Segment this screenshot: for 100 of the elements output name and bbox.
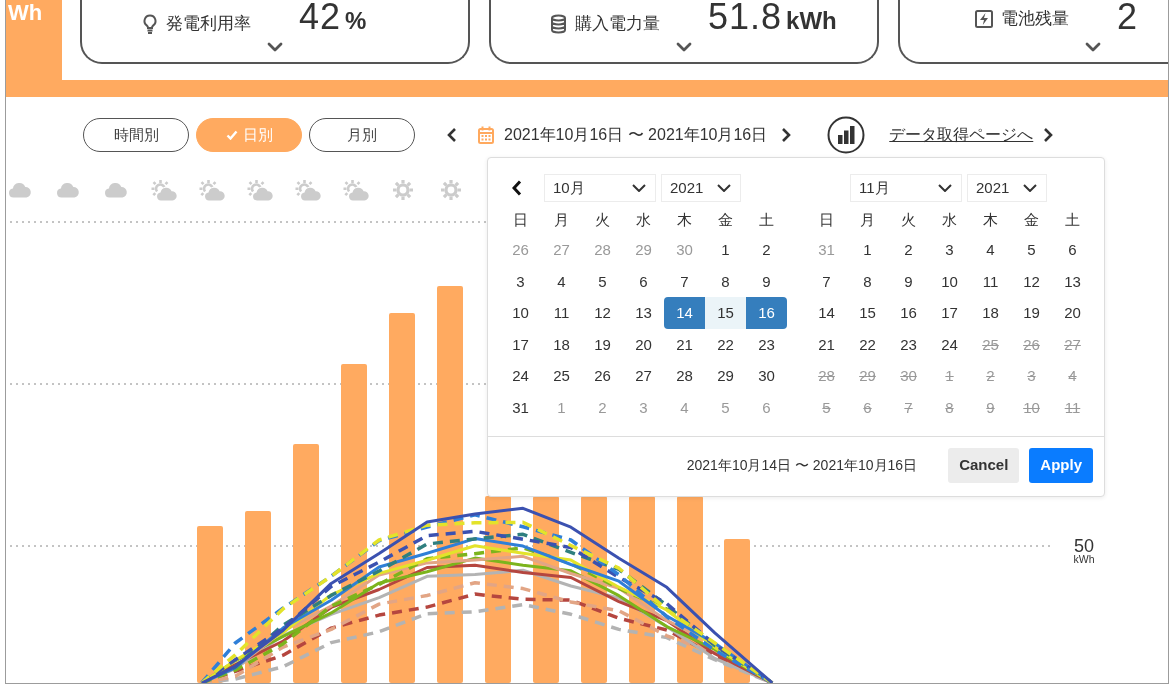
calendar-day[interactable]: 17 [929, 297, 970, 329]
calendar-day: 1 [929, 360, 970, 392]
card-label: 電池残量 [1001, 9, 1069, 29]
summary-card[interactable]: 発電利用率 42% [80, 0, 470, 64]
axis-unit: kWh [1073, 553, 1095, 565]
calendar-day: 3 [1011, 360, 1052, 392]
chevron-left-icon [512, 180, 522, 196]
view-tab[interactable]: 時間別 [83, 118, 189, 152]
calendar-day[interactable]: 8 [847, 265, 888, 297]
calendar-day[interactable]: 17 [500, 328, 541, 360]
calendar-day[interactable]: 23 [888, 328, 929, 360]
calendar-day[interactable]: 14 [806, 297, 847, 329]
calendar-day[interactable]: 15 [705, 297, 746, 329]
month-select[interactable]: 11月 [850, 174, 962, 202]
bolt-icon [975, 10, 993, 28]
calendar-day[interactable]: 11 [970, 265, 1011, 297]
calendar-day[interactable]: 22 [847, 328, 888, 360]
sun-cloud-icon [294, 179, 321, 201]
chevron-down-icon[interactable] [676, 42, 692, 52]
sun-cloud-icon [150, 179, 177, 201]
calendar-day[interactable]: 11 [541, 297, 582, 329]
calendar-day[interactable]: 19 [582, 328, 623, 360]
calendar-day[interactable]: 8 [705, 265, 746, 297]
calendar-day[interactable]: 3 [500, 265, 541, 297]
bar-chart-icon[interactable] [827, 116, 866, 154]
calendar-day[interactable]: 20 [623, 328, 664, 360]
calendar-day[interactable]: 18 [541, 328, 582, 360]
calendar-day[interactable]: 4 [970, 234, 1011, 266]
calendar-day[interactable]: 21 [664, 328, 705, 360]
calendar-day[interactable]: 6 [623, 265, 664, 297]
calendar-day[interactable]: 25 [541, 360, 582, 392]
chevron-right-icon[interactable] [781, 127, 792, 143]
calendar-day[interactable]: 16 [888, 297, 929, 329]
summary-card[interactable]: 購入電力量 51.8 kWh [489, 0, 879, 64]
chevron-down-icon[interactable] [1085, 42, 1101, 52]
year-select[interactable]: 2021 [661, 174, 741, 202]
calendar-day[interactable]: 1 [705, 234, 746, 266]
calendar-day[interactable]: 3 [929, 234, 970, 266]
calendar-day[interactable]: 12 [1011, 265, 1052, 297]
calendar-day[interactable]: 31 [500, 391, 541, 423]
sun-icon [440, 179, 463, 201]
calendar-day[interactable]: 1 [847, 234, 888, 266]
calendar-day[interactable]: 24 [500, 360, 541, 392]
data-page-link[interactable]: データ取得ページへ [889, 123, 1034, 147]
calendar-day[interactable]: 12 [582, 297, 623, 329]
apply-button[interactable]: Apply [1029, 448, 1093, 483]
calendar-day[interactable]: 13 [623, 297, 664, 329]
weekday-label: 日 [512, 210, 529, 230]
calendar-day[interactable]: 5 [1011, 234, 1052, 266]
chevron-right-icon[interactable] [1043, 127, 1054, 143]
axis-value: 50 [1074, 536, 1094, 556]
calendar-day[interactable]: 14 [664, 297, 705, 329]
calendar-day[interactable]: 22 [705, 328, 746, 360]
cloud-icon [103, 182, 128, 198]
weekday-label: 月 [553, 210, 570, 230]
calendar-day: 26 [1011, 328, 1052, 360]
calendar-day[interactable]: 7 [806, 265, 847, 297]
calendar-day[interactable]: 7 [664, 265, 705, 297]
calendar-day[interactable]: 29 [705, 360, 746, 392]
calendar-day[interactable]: 19 [1011, 297, 1052, 329]
calendar-day[interactable]: 10 [500, 297, 541, 329]
date-range-text[interactable]: 2021年10月16日 〜 2021年10月16日 [504, 123, 768, 147]
calendar-day[interactable]: 13 [1052, 265, 1093, 297]
sun-icon [392, 179, 415, 201]
card-value: 51.8 [708, 0, 783, 34]
card-label: 購入電力量 [575, 14, 660, 34]
calendar-day[interactable]: 28 [664, 360, 705, 392]
cancel-button[interactable]: Cancel [948, 448, 1020, 483]
check-icon [225, 130, 238, 140]
calendar-day[interactable]: 15 [847, 297, 888, 329]
chevron-down-icon [1023, 184, 1037, 192]
month-select[interactable]: 10月 [544, 174, 656, 202]
calendar-day: 11 [1052, 391, 1093, 423]
calendar-day[interactable]: 24 [929, 328, 970, 360]
calendar-day[interactable]: 9 [746, 265, 787, 297]
calendar-day[interactable]: 30 [746, 360, 787, 392]
summary-card[interactable]: 電池残量 2 [898, 0, 1168, 64]
weekday-label: 水 [635, 210, 652, 230]
chevron-left-icon[interactable] [447, 127, 457, 143]
calendar-day[interactable]: 2 [888, 234, 929, 266]
calendar-day[interactable]: 20 [1052, 297, 1093, 329]
calendar-day[interactable]: 23 [746, 328, 787, 360]
bulb-icon [142, 14, 158, 34]
calendar-day[interactable]: 21 [806, 328, 847, 360]
calendar-day[interactable]: 5 [582, 265, 623, 297]
calendar-day[interactable]: 26 [582, 360, 623, 392]
calendar-day[interactable]: 27 [623, 360, 664, 392]
calendar-day[interactable]: 4 [541, 265, 582, 297]
calendar-day: 29 [847, 360, 888, 392]
calendar-day: 30 [888, 360, 929, 392]
calendar-day[interactable]: 2 [746, 234, 787, 266]
calendar-day[interactable]: 6 [1052, 234, 1093, 266]
year-select[interactable]: 2021 [967, 174, 1047, 202]
weekday-label: 月 [859, 210, 876, 230]
calendar-day[interactable]: 9 [888, 265, 929, 297]
calendar-day[interactable]: 16 [746, 297, 787, 329]
view-tab[interactable]: 月別 [309, 118, 415, 152]
calendar-day[interactable]: 10 [929, 265, 970, 297]
chevron-down-icon[interactable] [267, 42, 283, 52]
calendar-day[interactable]: 18 [970, 297, 1011, 329]
